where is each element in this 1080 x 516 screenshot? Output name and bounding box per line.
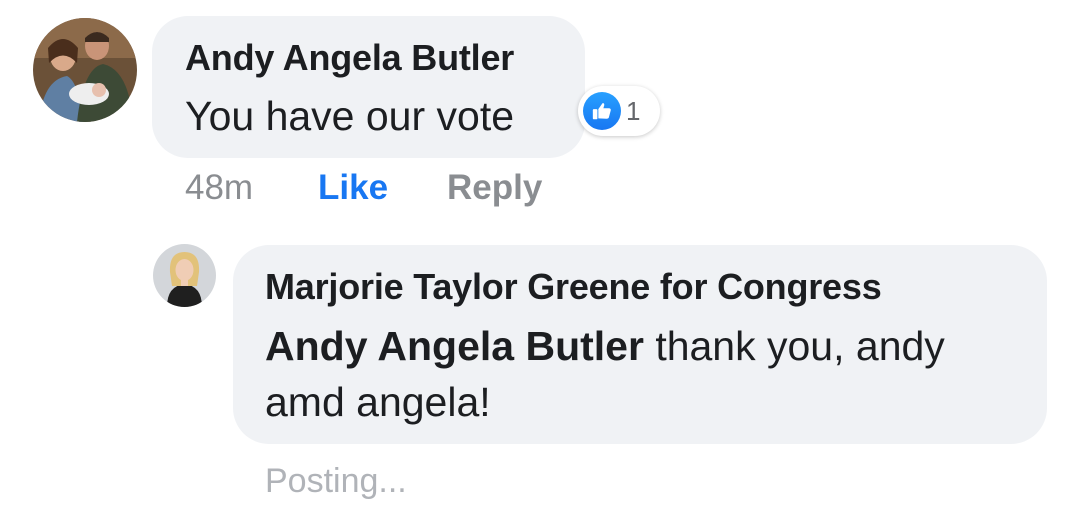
reply-mention[interactable]: Andy Angela Butler: [265, 323, 644, 369]
commenter-avatar[interactable]: [33, 18, 137, 122]
reply-button[interactable]: Reply: [447, 168, 542, 208]
reply-text: Andy Angela Butler thank you, andy amd a…: [265, 318, 1025, 430]
posting-status: Posting...: [265, 462, 407, 500]
reaction-summary[interactable]: 1: [578, 86, 660, 136]
reply-author[interactable]: Marjorie Taylor Greene for Congress: [265, 266, 882, 308]
comment-timestamp[interactable]: 48m: [185, 168, 253, 208]
thumbs-up-icon: [583, 92, 621, 130]
reaction-count: 1: [626, 95, 641, 126]
like-button[interactable]: Like: [318, 168, 388, 208]
comment-text: You have our vote: [185, 93, 515, 139]
reply-author-avatar[interactable]: [153, 244, 216, 307]
comment-author[interactable]: Andy Angela Butler: [185, 37, 514, 79]
